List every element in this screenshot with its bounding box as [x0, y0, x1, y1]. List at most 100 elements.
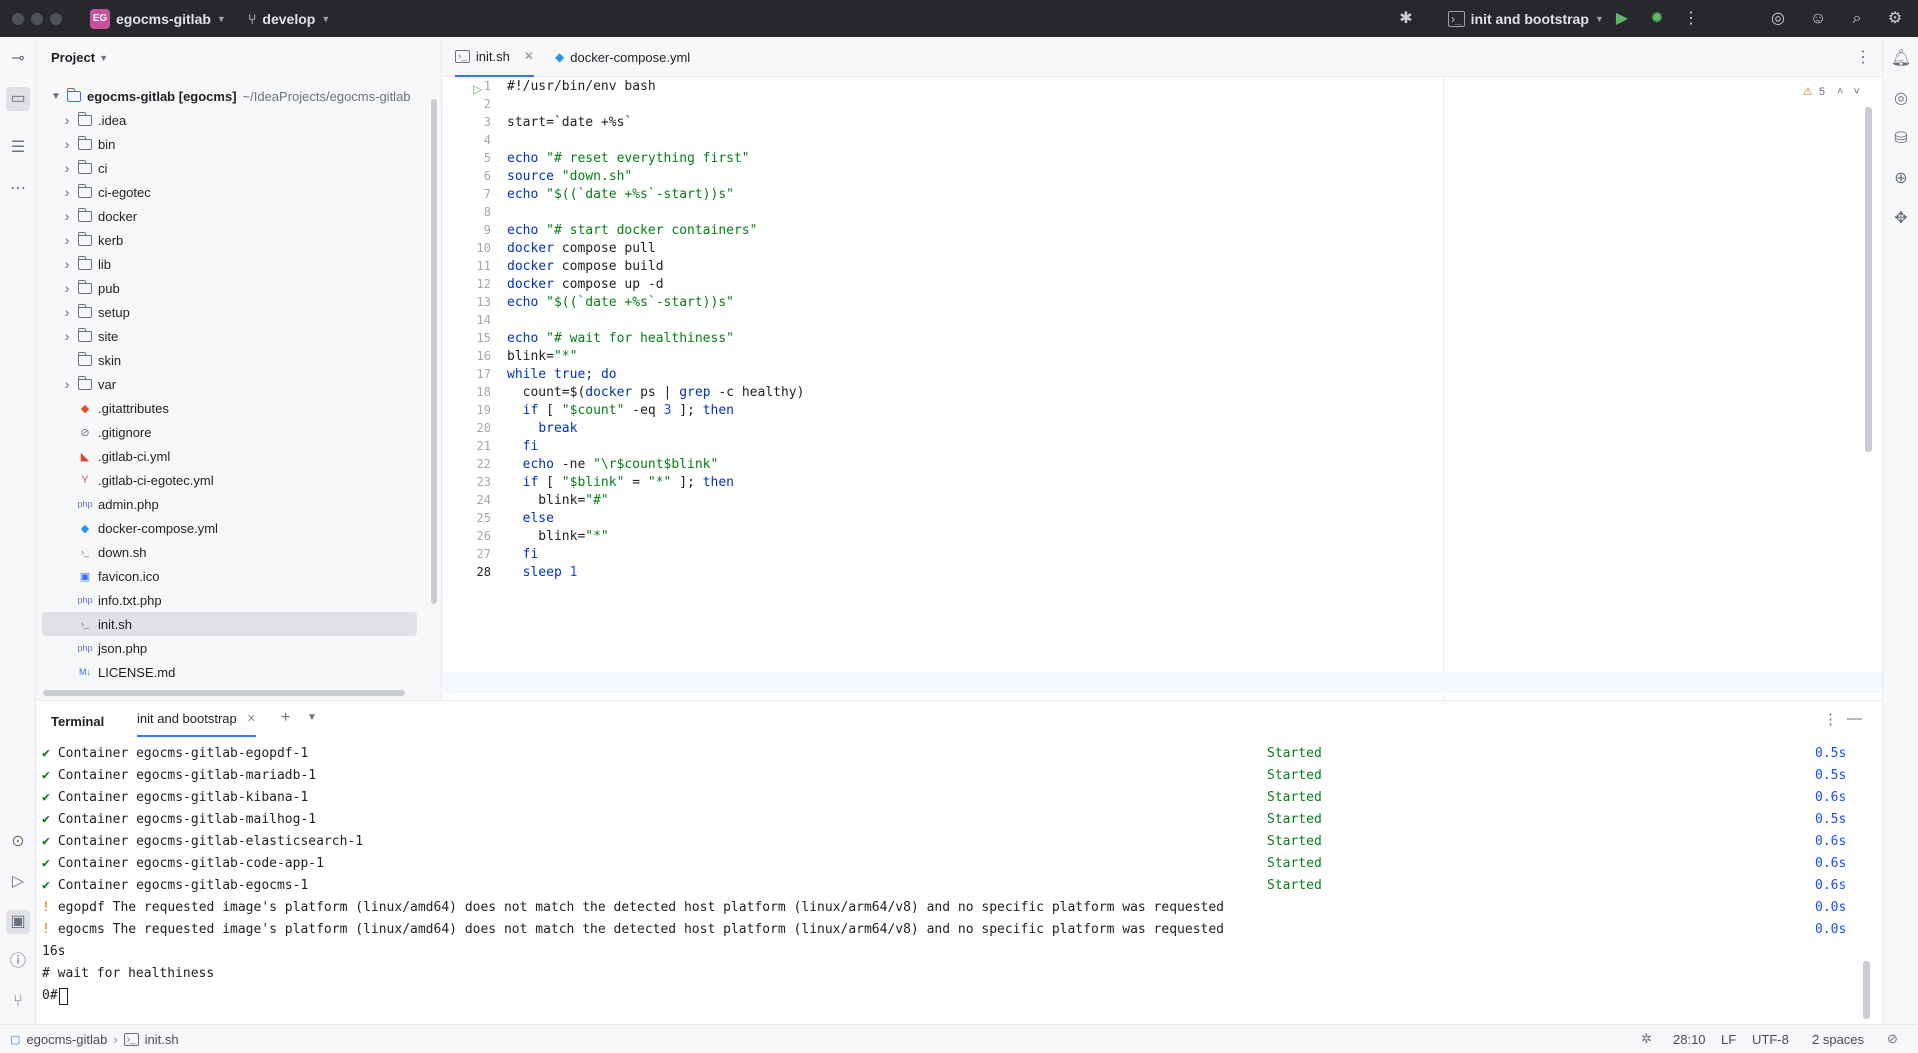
tree-item-label: ci-egotec — [98, 184, 151, 200]
tree-item[interactable]: › ci — [42, 156, 417, 180]
indent-setting[interactable]: 2 spaces — [1812, 1032, 1864, 1047]
terminal-panel: Terminal init and bootstrap ✕ + ▼ ⋮ — ✔ C… — [37, 700, 1882, 1024]
tree-vertical-scrollbar[interactable] — [431, 99, 437, 604]
tree-item[interactable]: › var — [42, 372, 417, 396]
commit-icon[interactable]: ⊸ — [6, 47, 30, 71]
project-folder-icon[interactable]: ▭ — [6, 87, 30, 111]
tree-item[interactable]: › .idea — [42, 108, 417, 132]
notifications-bell-icon[interactable]: 🔔︎ — [1889, 47, 1913, 71]
breadcrumb-project[interactable]: egocms-gitlab — [26, 1032, 107, 1047]
line-number: 18 — [476, 385, 491, 399]
new-tab-plus-icon[interactable]: + — [281, 709, 290, 727]
minimize-window-button[interactable] — [31, 13, 43, 25]
project-switcher[interactable]: EG egocms-gitlab ▼ — [90, 0, 226, 37]
tree-item[interactable]: ◣ .gitlab-ci.yml — [42, 444, 417, 468]
run-tool-icon[interactable]: ▷ — [6, 870, 30, 894]
project-panel-header[interactable]: Project ▼ — [51, 50, 108, 65]
tree-item[interactable]: › kerb — [42, 228, 417, 252]
ai-chat-icon[interactable]: ◎ — [1889, 87, 1913, 111]
branch-switcher[interactable]: ⑂ develop ▼ — [248, 0, 330, 37]
tree-item-label: LICENSE.md — [98, 664, 176, 680]
tree-item[interactable]: › bin — [42, 132, 417, 156]
tree-item[interactable]: ◆ docker-compose.yml — [42, 516, 417, 540]
ai-assistant-icon[interactable]: ◎ — [1768, 9, 1788, 29]
tree-item[interactable]: skin — [42, 348, 417, 372]
more-tools-icon[interactable]: ⋯ — [6, 177, 30, 201]
tree-item[interactable]: › lib — [42, 252, 417, 276]
tab-actions-icon[interactable]: ⋮ — [1855, 47, 1871, 67]
run-config-selector[interactable]: ›_ init and bootstrap ▼ — [1448, 0, 1604, 37]
close-icon[interactable]: ✕ — [247, 712, 256, 725]
terminal-scrollbar[interactable] — [1863, 961, 1870, 1019]
tree-item[interactable]: ◆ .gitattributes — [42, 396, 417, 420]
container-status: Started — [1267, 790, 1322, 805]
tree-item[interactable]: ›_ down.sh — [42, 540, 417, 564]
tree-item-selected[interactable]: ›_ init.sh — [42, 612, 417, 636]
more-actions-icon[interactable]: ⋮ — [1681, 9, 1701, 29]
ai-status-icon[interactable]: ✲ — [1641, 1031, 1652, 1047]
container-duration: 0.0s — [1815, 900, 1847, 915]
line-number: 19 — [476, 403, 491, 417]
tree-item-label: kerb — [98, 232, 124, 248]
terminal-options-icon[interactable]: ⋮ — [1823, 710, 1838, 728]
hide-panel-icon[interactable]: — — [1847, 710, 1862, 727]
tree-horizontal-scrollbar[interactable] — [43, 690, 405, 696]
database-icon[interactable]: ⛁ — [1889, 127, 1913, 151]
close-window-button[interactable] — [12, 13, 24, 25]
chevron-down-icon[interactable]: ˅ — [1853, 86, 1859, 98]
tab-init-sh[interactable]: ›_ init.sh ✕ — [455, 37, 534, 77]
chevron-down-icon[interactable]: ▼ — [307, 712, 317, 723]
git-icon[interactable]: ⑂ — [6, 990, 30, 1014]
debug-bug-icon[interactable]: ✱ — [1396, 9, 1416, 29]
tree-item[interactable]: › ci-egotec — [42, 180, 417, 204]
debug-icon[interactable]: ✹ — [1647, 9, 1667, 29]
terminal-line: ✔ Container egocms-gitlab-egopdf-1 — [42, 743, 308, 765]
editor-scrollbar[interactable] — [1865, 107, 1872, 452]
structure-icon[interactable]: ☰ — [6, 136, 30, 160]
terminal-line-text: Container egocms-gitlab-elasticsearch-1 — [57, 834, 364, 849]
breadcrumb-file[interactable]: init.sh — [145, 1032, 179, 1047]
line-number: 10 — [476, 241, 491, 255]
chevron-up-icon[interactable]: ˄ — [1837, 86, 1843, 98]
search-icon[interactable]: ⌕ — [1847, 9, 1867, 29]
line-separator[interactable]: LF — [1721, 1032, 1736, 1047]
inspection-widget[interactable]: ⚠ 5 ˄ ˅ — [1803, 85, 1860, 99]
tab-label: init.sh — [475, 48, 510, 64]
endpoints-globe-icon[interactable]: ⊕ — [1889, 167, 1913, 191]
close-icon[interactable]: ✕ — [524, 49, 534, 63]
lock-icon[interactable]: ⊘ — [1887, 1031, 1898, 1047]
gear-icon[interactable]: ⚙ — [1885, 9, 1905, 29]
code-line: echo "$((`date +%s`-start))s" — [507, 295, 734, 310]
terminal-tool-icon[interactable]: ▣ — [6, 910, 30, 934]
tree-item[interactable]: ▣ favicon.ico — [42, 564, 417, 588]
folder-icon — [76, 207, 94, 223]
services-icon[interactable]: ⊙ — [6, 830, 30, 854]
tree-item[interactable]: php admin.php — [42, 492, 417, 516]
add-user-icon[interactable]: ☺ — [1808, 9, 1828, 29]
run-icon[interactable]: ▶ — [1612, 9, 1632, 29]
problems-icon[interactable]: ⓘ — [6, 950, 30, 974]
zoom-window-button[interactable] — [50, 13, 62, 25]
tree-item[interactable]: M↓ LICENSE.md — [42, 660, 417, 684]
plugins-icon[interactable]: ✥ — [1889, 207, 1913, 231]
line-number: 14 — [476, 313, 491, 327]
tree-item[interactable]: php info.txt.php — [42, 588, 417, 612]
tree-item[interactable]: › pub — [42, 276, 417, 300]
tree-item[interactable]: ⊘ .gitignore — [42, 420, 417, 444]
chevron-right-icon: › — [64, 256, 70, 272]
tree-root[interactable]: ▼ egocms-gitlab [egocms] ~/IdeaProjects/… — [47, 84, 411, 108]
tree-item[interactable]: › site — [42, 324, 417, 348]
caret-position[interactable]: 28:10 — [1673, 1032, 1706, 1047]
file-encoding[interactable]: UTF-8 — [1752, 1032, 1789, 1047]
tree-item-label: .idea — [98, 112, 127, 128]
tree-item[interactable]: php json.php — [42, 636, 417, 660]
terminal-tab[interactable]: init and bootstrap ✕ — [137, 701, 256, 737]
tree-item[interactable]: › docker — [42, 204, 417, 228]
tree-item[interactable]: › setup — [42, 300, 417, 324]
root-path: ~/IdeaProjects/egocms-gitlab — [242, 88, 411, 104]
chevron-right-icon: › — [64, 232, 70, 248]
tab-docker-compose[interactable]: ◆ docker-compose.yml — [555, 37, 690, 77]
check-icon: ✔ — [42, 812, 50, 827]
folder-icon — [76, 111, 94, 127]
tree-item[interactable]: Y .gitlab-ci-egotec.yml — [42, 468, 417, 492]
